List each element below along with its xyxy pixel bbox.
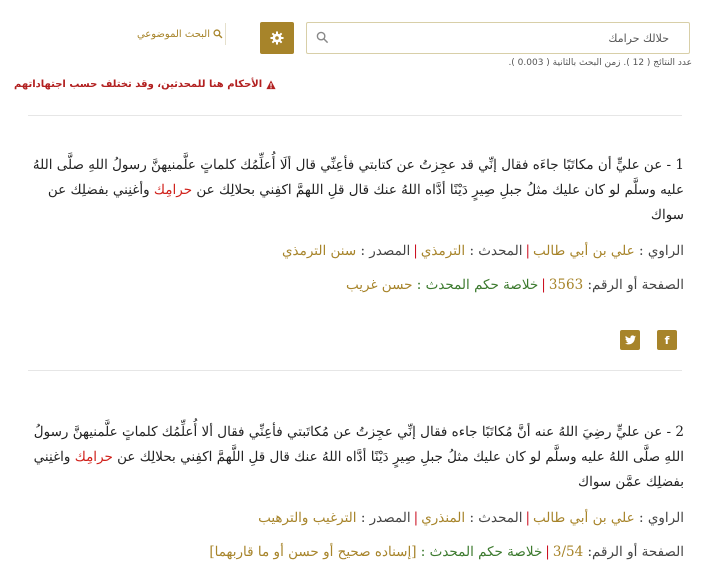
hadith-result-2: 2 - عن عليٍّ رضِيَ اللهُ عنه أنَّ مُكاتَ… xyxy=(24,420,684,563)
top-bar: البحث الموضوعي عدد النتائج ( 12 ). زمن ا… xyxy=(0,0,714,110)
ruling-value: [إسناده صحيح أو حسن أو ما قاربهما] xyxy=(209,544,417,560)
twitter-share-button[interactable]: t xyxy=(620,330,640,350)
search-box[interactable] xyxy=(306,22,690,54)
hadith-meta-ruling: الصفحة أو الرقم: 3563|خلاصة حكم المحدث :… xyxy=(345,277,684,293)
hadith-meta-narrator: الراوي : علي بن أبي طالب|المحدث : الترمذ… xyxy=(281,243,684,259)
source-name[interactable]: سنن الترمذي xyxy=(282,243,356,259)
facebook-share-button[interactable]: f xyxy=(657,330,677,350)
warning-text: الأحكام هنا للمحدثين، وقد تختلف حسب اجته… xyxy=(14,79,263,90)
hadith-text: 2 - عن عليٍّ رضِيَ اللهُ عنه أنَّ مُكاتَ… xyxy=(33,424,684,490)
page-number: 3/54 xyxy=(552,544,584,560)
gear-icon xyxy=(270,31,284,45)
source-name[interactable]: الترغيب والترهيب xyxy=(258,510,356,526)
hadith-result-1: 1 - عن عليٍّ أن مكاتَبًا جاءَه فقال إنِّ… xyxy=(24,153,684,296)
warning-icon xyxy=(266,79,276,89)
search-icon xyxy=(213,29,223,39)
facebook-icon: f xyxy=(664,333,670,347)
search-highlight: حرامِك xyxy=(153,182,193,198)
narrator-name[interactable]: علي بن أبي طالب xyxy=(533,510,635,526)
divider xyxy=(28,370,682,371)
search-input[interactable] xyxy=(337,23,677,53)
ruling-value: حسن غريب xyxy=(345,277,413,293)
settings-button[interactable] xyxy=(260,22,294,54)
results-stats: عدد النتائج ( 12 ). زمن البحث بالثانية (… xyxy=(508,58,692,68)
search-highlight: حرامِك xyxy=(74,449,113,465)
warning-notice: الأحكام هنا للمحدثين، وقد تختلف حسب اجته… xyxy=(14,79,276,90)
narrator-name[interactable]: علي بن أبي طالب xyxy=(533,243,635,259)
hadith-meta-ruling: الصفحة أو الرقم: 3/54|خلاصة حكم المحدث :… xyxy=(209,544,684,560)
twitter-icon xyxy=(624,335,636,345)
hadith-meta-narrator: الراوي : علي بن أبي طالب|المحدث : المنذر… xyxy=(258,510,684,526)
hadith-text: 1 - عن عليٍّ أن مكاتَبًا جاءَه فقال إنِّ… xyxy=(32,157,684,223)
topic-search-label: البحث الموضوعي xyxy=(136,28,210,40)
topic-search-link[interactable]: البحث الموضوعي xyxy=(130,23,226,45)
search-icon[interactable] xyxy=(316,31,329,44)
muhaddith-name[interactable]: الترمذي xyxy=(421,243,465,259)
divider xyxy=(28,115,682,116)
ruling-label: خلاصة حكم المحدث : xyxy=(416,277,539,293)
page-number: 3563 xyxy=(548,277,584,293)
muhaddith-name[interactable]: المنذري xyxy=(421,510,465,526)
ruling-label: خلاصة حكم المحدث : xyxy=(420,544,543,560)
